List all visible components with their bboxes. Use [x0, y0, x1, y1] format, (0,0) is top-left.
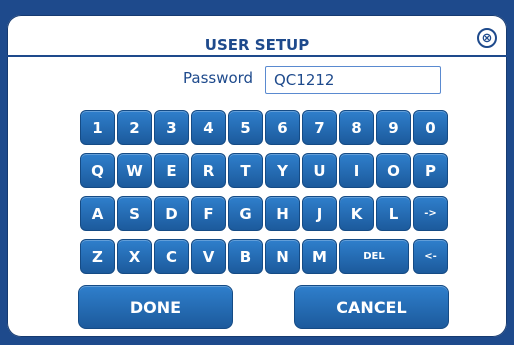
key-c[interactable]: C — [154, 239, 189, 274]
key-q[interactable]: Q — [80, 153, 115, 188]
key-2[interactable]: 2 — [117, 110, 152, 145]
key-d[interactable]: D — [154, 196, 189, 231]
key-h[interactable]: H — [265, 196, 300, 231]
password-input[interactable] — [265, 66, 441, 94]
key-l[interactable]: L — [376, 196, 411, 231]
key-a[interactable]: A — [80, 196, 115, 231]
backspace-key[interactable]: <- — [413, 239, 448, 274]
key-k[interactable]: K — [339, 196, 374, 231]
key-p[interactable]: P — [413, 153, 448, 188]
key-f[interactable]: F — [191, 196, 226, 231]
dialog-title: USER SETUP — [204, 36, 310, 54]
key-b[interactable]: B — [228, 239, 263, 274]
key-m[interactable]: M — [302, 239, 337, 274]
key-x[interactable]: X — [117, 239, 152, 274]
dialog-header: USER SETUP ⊗ — [7, 15, 507, 57]
close-icon[interactable]: ⊗ — [477, 28, 497, 48]
key-n[interactable]: N — [265, 239, 300, 274]
key-9[interactable]: 9 — [376, 110, 411, 145]
key-g[interactable]: G — [228, 196, 263, 231]
user-setup-dialog: USER SETUP ⊗ Password 1 2 3 4 5 6 7 8 9 … — [7, 15, 507, 337]
done-button[interactable]: DONE — [78, 285, 233, 329]
delete-key[interactable]: DEL — [339, 239, 409, 274]
key-5[interactable]: 5 — [228, 110, 263, 145]
key-8[interactable]: 8 — [339, 110, 374, 145]
cancel-button[interactable]: CANCEL — [294, 285, 449, 329]
key-o[interactable]: O — [376, 153, 411, 188]
key-e[interactable]: E — [154, 153, 189, 188]
key-t[interactable]: T — [228, 153, 263, 188]
cursor-right-key[interactable]: -> — [413, 196, 448, 231]
key-3[interactable]: 3 — [154, 110, 189, 145]
key-j[interactable]: J — [302, 196, 337, 231]
key-r[interactable]: R — [191, 153, 226, 188]
key-y[interactable]: Y — [265, 153, 300, 188]
key-7[interactable]: 7 — [302, 110, 337, 145]
key-1[interactable]: 1 — [80, 110, 115, 145]
key-0[interactable]: 0 — [413, 110, 448, 145]
key-s[interactable]: S — [117, 196, 152, 231]
key-i[interactable]: I — [339, 153, 374, 188]
key-z[interactable]: Z — [80, 239, 115, 274]
key-6[interactable]: 6 — [265, 110, 300, 145]
password-label: Password — [183, 69, 254, 87]
key-w[interactable]: W — [117, 153, 152, 188]
key-v[interactable]: V — [191, 239, 226, 274]
key-u[interactable]: U — [302, 153, 337, 188]
key-4[interactable]: 4 — [191, 110, 226, 145]
